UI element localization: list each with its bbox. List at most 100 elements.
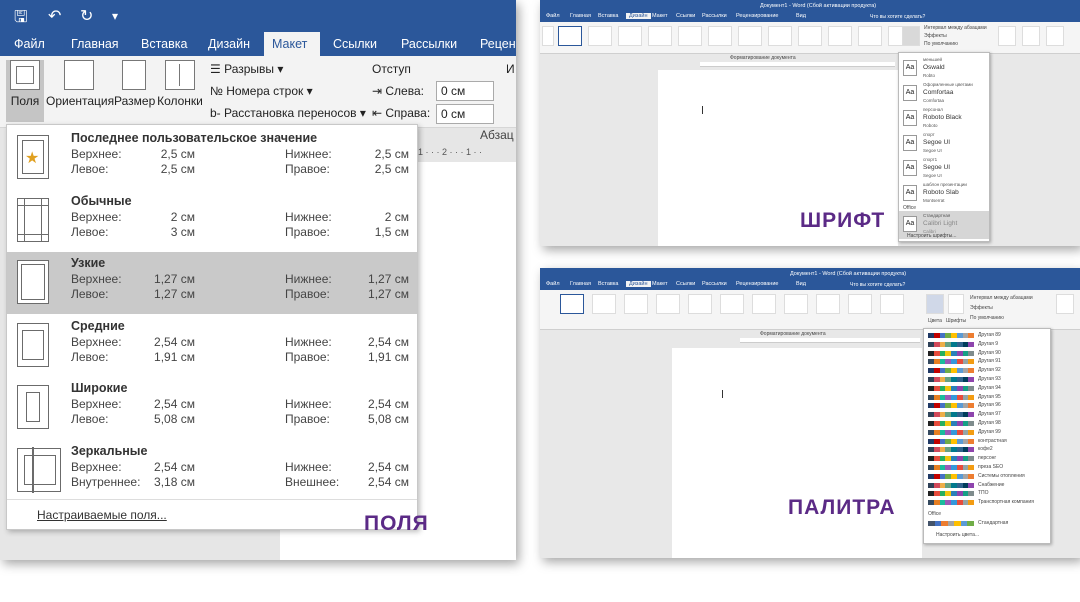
font-theme-item[interactable]: Aa шаблон презентации Roboto Slab Montserra… xyxy=(899,180,989,208)
palette-item[interactable]: Снабжение xyxy=(924,481,1050,490)
tab-item[interactable]: Вид xyxy=(796,281,806,287)
line-numbers-button[interactable]: № Номера строк ▾ xyxy=(210,84,313,98)
document-page[interactable] xyxy=(672,348,922,558)
customize-toolbar-icon[interactable]: ▾ xyxy=(112,9,118,23)
style-set[interactable] xyxy=(656,294,680,314)
tell-me-search[interactable]: Что вы хотите сделать? xyxy=(850,282,905,288)
tab-item[interactable]: Главная xyxy=(570,13,591,19)
hyphenation-button[interactable]: b‐ Расстановка переносов ▾ xyxy=(210,106,366,120)
style-set[interactable] xyxy=(828,26,852,46)
style-set[interactable] xyxy=(798,26,822,46)
font-theme-item[interactable]: Aa Оформленные цветами Comfortaa Comfortaa xyxy=(899,80,989,108)
palette-item[interactable]: Системы отопления xyxy=(924,472,1050,481)
indent-right-input[interactable]: 0 см xyxy=(436,104,494,124)
indent-left-input[interactable]: 0 см xyxy=(436,81,494,101)
margin-preset-item[interactable]: Зеркальные Верхнее: 2,54 см Нижнее: 2,54 см В… xyxy=(7,440,417,502)
margin-preset-item[interactable]: Узкие Верхнее: 1,27 см Нижнее: 1,27 см Левое:… xyxy=(7,252,417,314)
tab-item[interactable]: Файл xyxy=(546,13,560,19)
palette-item[interactable]: Другая 89 xyxy=(924,331,1050,340)
palette-item[interactable]: Другая 95 xyxy=(924,393,1050,402)
palette-item[interactable]: Другая 96 xyxy=(924,401,1050,410)
style-set[interactable] xyxy=(784,294,808,314)
palette-item[interactable]: Другая 92 xyxy=(924,366,1050,375)
palette-item[interactable]: кофе2 xyxy=(924,445,1050,454)
watermark-button[interactable] xyxy=(998,26,1016,46)
tab-insert[interactable]: Вставка xyxy=(133,32,195,56)
style-set[interactable] xyxy=(624,294,648,314)
palette-item[interactable]: Другая 9 xyxy=(924,340,1050,349)
tab-home[interactable]: Главная xyxy=(63,32,127,56)
tab-item[interactable]: Главная xyxy=(570,281,591,287)
tab-item[interactable]: Вид xyxy=(796,13,806,19)
tab-item[interactable]: Макет xyxy=(652,13,668,19)
font-theme-item[interactable]: Aa персонал Roboto Black Roboto xyxy=(899,105,989,133)
palette-item[interactable]: Другая 97 xyxy=(924,410,1050,419)
palette-item[interactable]: Другая 98 xyxy=(924,419,1050,428)
fonts-button[interactable] xyxy=(948,294,964,314)
style-set[interactable] xyxy=(738,26,762,46)
margins-button[interactable]: Поля xyxy=(6,60,44,122)
tab-item[interactable]: Файл xyxy=(546,281,560,287)
style-set[interactable] xyxy=(708,26,732,46)
horizontal-ruler[interactable]: 1 · · · 2 · · · 1 · · xyxy=(418,147,516,161)
palette-item[interactable]: Другая 93 xyxy=(924,375,1050,384)
tab-item[interactable]: Ссылки xyxy=(676,281,695,287)
palette-item[interactable]: Транспортная компания xyxy=(924,498,1050,507)
style-set[interactable] xyxy=(688,294,712,314)
paragraph-spacing-button[interactable]: Интервал между абзацами xyxy=(924,25,987,31)
page-borders-button[interactable] xyxy=(1046,26,1064,46)
tab-review[interactable]: Рецензи xyxy=(472,32,516,56)
tab-item[interactable]: Ссылки xyxy=(676,13,695,19)
style-set[interactable] xyxy=(816,294,840,314)
palette-item[interactable]: Другая 99 xyxy=(924,428,1050,437)
horizontal-ruler[interactable] xyxy=(740,338,920,343)
tab-item[interactable]: Вставка xyxy=(598,13,618,19)
colors-button[interactable] xyxy=(926,294,944,314)
tab-item[interactable]: Дизайн xyxy=(626,13,651,19)
tab-item[interactable]: Рецензирование xyxy=(736,281,778,287)
palette-item[interactable]: Другая 94 xyxy=(924,384,1050,393)
effects-button[interactable]: Эффекты xyxy=(970,305,993,311)
font-theme-item[interactable]: Aa спорт Segoe UI Segoe UI xyxy=(899,130,989,158)
set-as-default-button[interactable]: По умолчанию xyxy=(970,315,1004,321)
font-theme-item[interactable]: Aa спорт1 Segoe UI Segoe UI xyxy=(899,155,989,183)
style-set[interactable] xyxy=(678,26,702,46)
palette-item-office[interactable]: Стандартная xyxy=(924,519,1050,528)
customize-colors-link[interactable]: Настроить цвета... xyxy=(936,532,979,538)
tab-references[interactable]: Ссылки xyxy=(325,32,385,56)
palette-item[interactable]: Другая 91 xyxy=(924,357,1050,366)
palette-item[interactable]: преза SEO xyxy=(924,463,1050,472)
style-set[interactable] xyxy=(558,26,582,46)
set-as-default-button[interactable]: По умолчанию xyxy=(924,41,958,47)
tab-item[interactable]: Макет xyxy=(652,281,668,287)
tab-item[interactable]: Рассылки xyxy=(702,13,727,19)
style-set[interactable] xyxy=(588,26,612,46)
watermark-button[interactable] xyxy=(1056,294,1074,314)
tab-layout[interactable]: Макет xyxy=(264,32,320,56)
palette-item[interactable]: контрастная xyxy=(924,437,1050,446)
customize-fonts-link[interactable]: Настроить шрифты... xyxy=(907,233,956,239)
size-button[interactable]: Размер xyxy=(114,60,155,122)
columns-button[interactable]: Колонки xyxy=(156,60,204,122)
margin-preset-item[interactable]: Обычные Верхнее: 2 см Нижнее: 2 см Левое: 3 см… xyxy=(7,190,417,252)
fonts-button[interactable] xyxy=(902,26,920,46)
effects-button[interactable]: Эффекты xyxy=(924,33,947,39)
style-set[interactable] xyxy=(768,26,792,46)
themes-button[interactable] xyxy=(542,26,554,46)
orientation-button[interactable]: Ориентация xyxy=(46,60,114,122)
style-set[interactable] xyxy=(858,26,882,46)
style-set[interactable] xyxy=(592,294,616,314)
tab-item[interactable]: Рецензирование xyxy=(736,13,778,19)
font-theme-item[interactable]: Aa меньшей Oswald Robto xyxy=(899,55,989,83)
margin-preset-item[interactable]: Средние Верхнее: 2,54 см Нижнее: 2,54 см Лево… xyxy=(7,315,417,377)
undo-icon[interactable]: ↶ xyxy=(48,6,61,26)
style-set[interactable] xyxy=(880,294,904,314)
style-set[interactable] xyxy=(560,294,584,314)
style-set[interactable] xyxy=(648,26,672,46)
redo-icon[interactable]: ↻ xyxy=(80,6,93,26)
palette-item[interactable]: Другая 90 xyxy=(924,349,1050,358)
tab-file[interactable]: Файл xyxy=(6,32,53,56)
custom-margins-link[interactable]: Настраиваемые поля... xyxy=(37,508,167,522)
style-set[interactable] xyxy=(618,26,642,46)
style-set[interactable] xyxy=(848,294,872,314)
